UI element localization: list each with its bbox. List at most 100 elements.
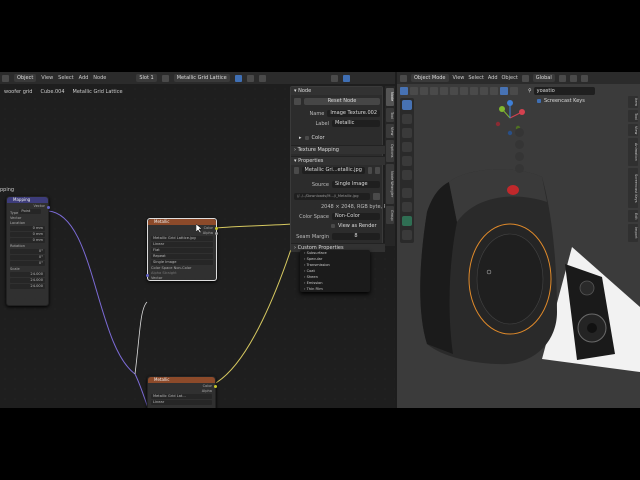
xray-icon[interactable] bbox=[480, 87, 488, 95]
texture-mapping-section[interactable]: › Texture Mapping bbox=[291, 145, 385, 154]
image-node-1-extension[interactable]: Repeat bbox=[151, 254, 213, 259]
fake-user-icon[interactable] bbox=[234, 74, 242, 82]
mapping-location-x[interactable]: 0 mm bbox=[10, 226, 45, 231]
mapping-vector-out-socket[interactable] bbox=[47, 206, 50, 209]
menu-node[interactable]: Node bbox=[93, 75, 106, 81]
tab-view[interactable]: View bbox=[386, 124, 394, 138]
tab-options[interactable]: Options bbox=[386, 140, 394, 162]
zoom-icon[interactable] bbox=[515, 128, 524, 137]
tool-cursor-icon[interactable] bbox=[402, 114, 412, 124]
tool-select-icon[interactable] bbox=[402, 100, 412, 110]
vp-tab-screencast-keys[interactable]: Screencast Keys bbox=[628, 168, 638, 208]
tool-extra-icon[interactable] bbox=[402, 230, 412, 240]
image-node-1-color-socket[interactable] bbox=[215, 227, 218, 230]
mapping-type-select[interactable]: Point bbox=[19, 209, 42, 214]
gizmo-icon[interactable] bbox=[460, 87, 468, 95]
label-field[interactable]: Metallic bbox=[332, 120, 380, 127]
image-node-1-vector-socket[interactable] bbox=[146, 274, 149, 277]
tab-tool[interactable]: Tool bbox=[386, 108, 394, 122]
perspective-grid-icon[interactable] bbox=[515, 164, 524, 173]
mapping-scale-y[interactable]: 24.000 bbox=[10, 278, 45, 283]
image-texture-node-1[interactable]: Metallic Color Alpha Metallic Grid Latti… bbox=[146, 218, 218, 281]
image-node-2-header[interactable]: Metallic bbox=[148, 377, 215, 383]
select-invert-icon[interactable] bbox=[430, 87, 438, 95]
overlay-icon[interactable] bbox=[330, 74, 338, 82]
vp-tab-import[interactable]: Import bbox=[628, 224, 638, 242]
mapping-rotation-x[interactable]: 0° bbox=[10, 249, 45, 254]
orientation-select[interactable]: Global bbox=[532, 74, 555, 82]
camera-view-icon[interactable] bbox=[515, 152, 524, 161]
select-box-icon[interactable] bbox=[400, 87, 408, 95]
vp-menu-select[interactable]: Select bbox=[468, 75, 483, 81]
image-node-1-colorspace-value[interactable]: Non-Color bbox=[174, 266, 192, 270]
tab-node[interactable]: Node bbox=[386, 88, 394, 106]
view-as-render-row[interactable]: View as Render bbox=[331, 223, 377, 229]
menu-add[interactable]: Add bbox=[79, 75, 89, 81]
tool-move-icon[interactable] bbox=[402, 128, 412, 138]
select-extend-icon[interactable] bbox=[410, 87, 418, 95]
select-subtract-icon[interactable] bbox=[420, 87, 428, 95]
sidebar-toggle-icon[interactable] bbox=[342, 74, 350, 82]
image-node-1-alpha-value[interactable]: Straight bbox=[162, 271, 176, 275]
vp-menu-object[interactable]: Object bbox=[502, 75, 518, 81]
editor-type-icon[interactable] bbox=[2, 74, 9, 82]
image-texture-node-2[interactable]: Metallic Color Alpha Metallic Grid Lat..… bbox=[147, 376, 217, 408]
image-node-1-source[interactable]: Single Image bbox=[151, 260, 213, 265]
colorspace-select[interactable]: Non-Color bbox=[332, 213, 380, 220]
overlays-icon[interactable] bbox=[470, 87, 478, 95]
shading-rendered-icon[interactable] bbox=[510, 87, 518, 95]
editor-object-select[interactable]: Object bbox=[14, 74, 37, 82]
close-icon[interactable] bbox=[258, 74, 266, 82]
pan-hand-icon[interactable] bbox=[515, 140, 524, 149]
view-as-render-checkbox[interactable] bbox=[331, 224, 335, 228]
mapping-rotation-y[interactable]: 0° bbox=[10, 255, 45, 260]
vp-tab-animation[interactable]: Animation bbox=[628, 138, 638, 166]
shading-solid-icon[interactable] bbox=[490, 87, 498, 95]
seam-margin-field[interactable]: 8 bbox=[332, 233, 380, 240]
slot-select[interactable]: Slot 1 bbox=[136, 74, 157, 82]
properties-section[interactable]: ▾ Properties bbox=[291, 156, 385, 165]
image-node-1-interpolation[interactable]: Linear bbox=[151, 242, 213, 247]
mapping-location-y[interactable]: 0 mm bbox=[10, 232, 45, 237]
vp-tab-item[interactable]: Item bbox=[628, 96, 638, 108]
vp-tab-tool[interactable]: Tool bbox=[628, 110, 638, 122]
screencast-keys-row[interactable]: Screencast Keys bbox=[537, 98, 585, 104]
vp-menu-view[interactable]: View bbox=[453, 75, 465, 81]
tool-rotate-icon[interactable] bbox=[402, 142, 412, 152]
mapping-scale-x[interactable]: 24.000 bbox=[10, 272, 45, 277]
vp-menu-add[interactable]: Add bbox=[488, 75, 498, 81]
tool-measure-icon[interactable] bbox=[402, 202, 412, 212]
image-unlink-icon[interactable] bbox=[375, 167, 380, 174]
image-node-1-alpha-socket[interactable] bbox=[215, 232, 218, 235]
image-browse-icon[interactable] bbox=[367, 167, 373, 174]
node-section-header[interactable]: ▾ Node bbox=[291, 87, 382, 95]
mode-select[interactable]: Object Mode bbox=[411, 74, 449, 82]
mapping-location-z[interactable]: 0 mm bbox=[10, 238, 45, 243]
image-node-2-interpolation[interactable]: Linear bbox=[151, 400, 212, 405]
shading-material-icon[interactable] bbox=[500, 87, 508, 95]
select-intersect-icon[interactable] bbox=[440, 87, 448, 95]
source-select[interactable]: Single Image bbox=[332, 181, 380, 188]
color-row[interactable]: ▸ Color bbox=[299, 135, 325, 141]
menu-view[interactable]: View bbox=[41, 75, 53, 81]
reset-node-button[interactable]: Reset Node bbox=[304, 98, 380, 105]
proportional-icon[interactable] bbox=[580, 74, 588, 82]
mapping-rotation-z[interactable]: 0° bbox=[10, 261, 45, 266]
mapping-scale-z[interactable]: 24.000 bbox=[10, 284, 45, 289]
menu-select[interactable]: Select bbox=[58, 75, 73, 81]
pivot-icon[interactable] bbox=[558, 74, 566, 82]
search-input[interactable]: yoastio bbox=[533, 87, 595, 95]
name-field[interactable]: Image Texture.002 bbox=[327, 110, 380, 117]
image-node-1-header[interactable]: Metallic bbox=[148, 219, 216, 225]
filepath-field[interactable]: //../../Downloads/M.../i_Metallic.jpg bbox=[294, 193, 370, 200]
snap-icon[interactable] bbox=[569, 74, 577, 82]
tab-node-wrangler[interactable]: Node Wrangler bbox=[386, 164, 394, 204]
viewport-editor-type-icon[interactable] bbox=[400, 74, 407, 82]
tool-add-cube-icon[interactable] bbox=[402, 216, 412, 226]
dropdown-item-thin-film[interactable]: › Thin Film bbox=[300, 286, 370, 292]
duplicate-icon[interactable] bbox=[246, 74, 254, 82]
tool-scale-icon[interactable] bbox=[402, 156, 412, 166]
image-node-2-image-select[interactable]: Metallic Grid Lat... bbox=[151, 394, 212, 399]
vp-tab-view[interactable]: View bbox=[628, 124, 638, 136]
color-checkbox[interactable] bbox=[304, 136, 309, 140]
